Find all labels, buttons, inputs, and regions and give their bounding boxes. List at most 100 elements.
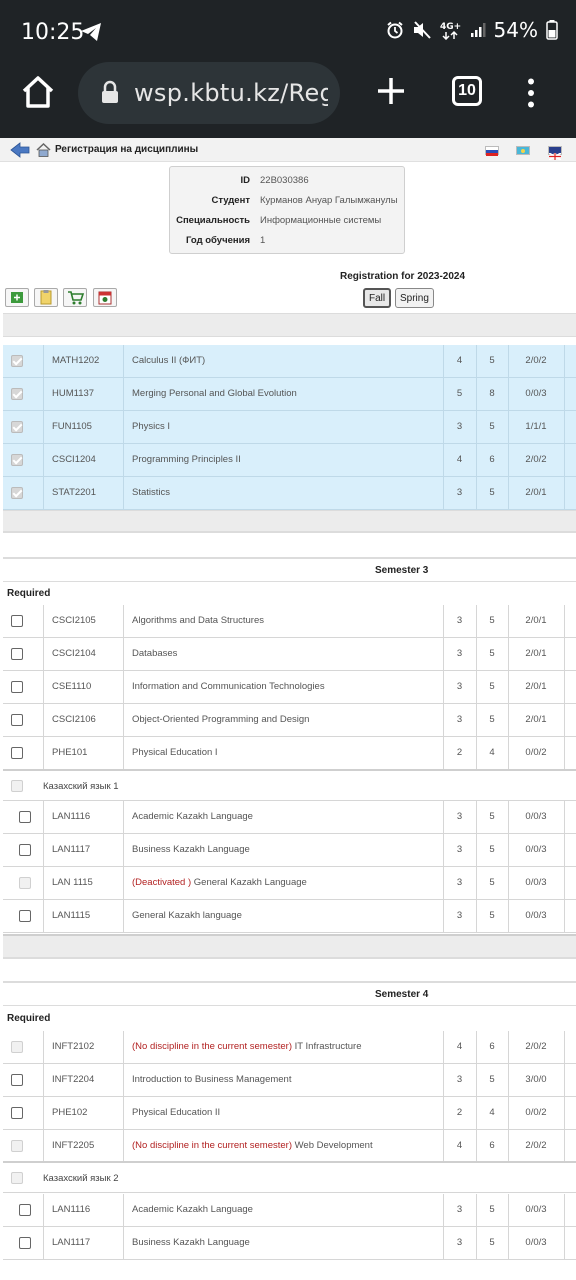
course-checkbox[interactable]: [19, 811, 31, 823]
ects: 5: [489, 355, 495, 366]
hours: 2/0/1: [525, 487, 547, 498]
course-checkbox: [11, 487, 23, 499]
credits: 3: [456, 487, 463, 498]
table-row[interactable]: CSE1110 Information and Communication Tec…: [3, 671, 576, 704]
table-row[interactable]: FUN1105 Physics I 3 5 1/1/1: [3, 411, 576, 444]
new-tab-icon[interactable]: [374, 74, 408, 108]
table-row[interactable]: LAN1116 Academic Kazakh Language 3 5 0/0/3: [3, 1194, 576, 1227]
cart-icon[interactable]: [63, 288, 87, 307]
hours: 0/0/3: [525, 811, 547, 822]
ects: 5: [489, 714, 495, 725]
home-icon[interactable]: [20, 74, 56, 110]
separator-band: [3, 934, 576, 958]
course-code: LAN1116: [52, 1204, 91, 1215]
spring-button[interactable]: Spring: [395, 288, 434, 308]
table-row[interactable]: PHE102 Physical Education II 2 4 0/0/2: [3, 1097, 576, 1130]
hours: 0/0/3: [525, 1237, 547, 1248]
hours: 0/0/2: [525, 747, 547, 758]
course-name: Academic Kazakh Language: [132, 811, 253, 822]
table-row[interactable]: HUM1137 Merging Personal and Global Evolu…: [3, 378, 576, 411]
back-arrow-icon[interactable]: [10, 142, 30, 158]
course-title: Business Kazakh Language: [132, 1237, 250, 1248]
hours: 0/0/3: [525, 844, 547, 855]
course-checkbox[interactable]: [11, 1074, 23, 1086]
course-title: Databases: [132, 648, 178, 659]
specialty-value: Информационные системы: [260, 215, 382, 226]
group-kazakh-2: Казахский язык 2: [3, 1161, 576, 1193]
table-row[interactable]: INFT2102 (No discipline in the current se…: [3, 1031, 576, 1064]
table-row[interactable]: PHE101 Physical Education I 2 4 0/0/2: [3, 737, 576, 770]
expand-icon[interactable]: [5, 288, 29, 307]
course-code: MATH1202: [52, 355, 100, 366]
hours: 2/0/2: [525, 355, 547, 366]
calendar-icon[interactable]: [93, 288, 117, 307]
course-checkbox[interactable]: [19, 910, 31, 922]
ects: 5: [489, 615, 495, 626]
separator-band: [3, 958, 576, 982]
course-code: PHE102: [52, 1107, 88, 1118]
course-checkbox[interactable]: [11, 747, 23, 759]
flag-ru-icon[interactable]: [485, 146, 499, 156]
more-menu-icon[interactable]: [526, 78, 536, 108]
separator-band: [3, 532, 576, 558]
required-label: Required: [7, 588, 51, 599]
credits: 3: [456, 844, 463, 855]
credits: 4: [456, 355, 463, 366]
course-checkbox[interactable]: [11, 681, 23, 693]
table-row[interactable]: CSCI2105 Algorithms and Data Structures 3 5…: [3, 605, 576, 638]
course-title: General Kazakh language: [132, 910, 242, 921]
credits: 5: [456, 388, 463, 399]
table-row[interactable]: LAN1117 Business Kazakh Language 3 5 0/0/3: [3, 1227, 576, 1260]
course-title: Physical Education I: [132, 747, 218, 758]
course-name: General Kazakh language: [132, 910, 242, 921]
course-title: General Kazakh Language: [193, 877, 307, 888]
course-checkbox: [11, 1041, 23, 1053]
student-info-panel: ID 22B030386 Студент Курманов Ануар Галымж…: [169, 166, 405, 254]
table-row[interactable]: LAN1116 Academic Kazakh Language 3 5 0/0/3: [3, 801, 576, 834]
course-code: INFT2102: [52, 1041, 95, 1052]
specialty-label: Специальность: [176, 215, 250, 226]
status-bar: 10:25 4G+ 54%: [0, 0, 576, 62]
table-row[interactable]: CSCI2106 Object-Oriented Programming and …: [3, 704, 576, 737]
course-checkbox[interactable]: [11, 714, 23, 726]
hours: 2/0/2: [525, 1140, 547, 1151]
course-checkbox[interactable]: [11, 615, 23, 627]
registration-title: Registration for 2023-2024: [340, 271, 466, 282]
table-row[interactable]: MATH1202 Calculus II (ФИТ) 4 5 2/0/2: [3, 345, 576, 378]
url-text[interactable]: wsp.kbtu.kz/Reg: [134, 79, 328, 107]
table-row[interactable]: INFT2205 (No discipline in the current se…: [3, 1130, 576, 1163]
ects: 5: [489, 648, 495, 659]
table-row[interactable]: LAN1115 General Kazakh language 3 5 0/0/3: [3, 900, 576, 933]
address-bar[interactable]: wsp.kbtu.kz/Reg: [78, 62, 340, 124]
flag-en-icon[interactable]: [548, 146, 562, 161]
clipboard-icon[interactable]: [34, 288, 58, 307]
course-title: Object-Oriented Programming and Design: [132, 714, 310, 725]
course-title: Algorithms and Data Structures: [132, 615, 265, 626]
course-checkbox[interactable]: [19, 1204, 31, 1216]
hours: 2/0/2: [525, 1041, 547, 1052]
separator-band: [3, 510, 576, 532]
flag-kz-icon[interactable]: [516, 146, 530, 155]
course-code: CSCI2105: [52, 615, 96, 626]
course-title: Business Kazakh Language: [132, 844, 250, 855]
student-id: 22B030386: [260, 175, 309, 186]
course-name: Business Kazakh Language: [132, 1237, 250, 1248]
table-row[interactable]: STAT2201 Statistics 3 5 2/0/1: [3, 477, 576, 510]
table-row[interactable]: CSCI1204 Programming Principles II 4 6 2/0/2: [3, 444, 576, 477]
group-kazakh-1: Казахский язык 1: [3, 769, 576, 801]
course-checkbox[interactable]: [19, 844, 31, 856]
study-year-value: 1: [260, 235, 266, 246]
fall-button[interactable]: Fall: [363, 288, 392, 308]
group-checkbox: [11, 780, 23, 792]
course-name: Physical Education I: [132, 747, 218, 758]
table-row[interactable]: LAN1117 Business Kazakh Language 3 5 0/0/3: [3, 834, 576, 867]
tabs-count-button[interactable]: 10: [452, 76, 482, 106]
network-4g-icon: 4G+: [440, 22, 461, 40]
table-row[interactable]: INFT2204 Introduction to Business Managem…: [3, 1064, 576, 1097]
course-checkbox[interactable]: [19, 1237, 31, 1249]
course-checkbox[interactable]: [11, 1107, 23, 1119]
course-checkbox[interactable]: [11, 648, 23, 660]
table-row[interactable]: CSCI2104 Databases 3 5 2/0/1: [3, 638, 576, 671]
home-page-icon[interactable]: [36, 143, 51, 157]
table-row[interactable]: LAN 1115 (Deactivated ) General Kazakh La…: [3, 867, 576, 900]
